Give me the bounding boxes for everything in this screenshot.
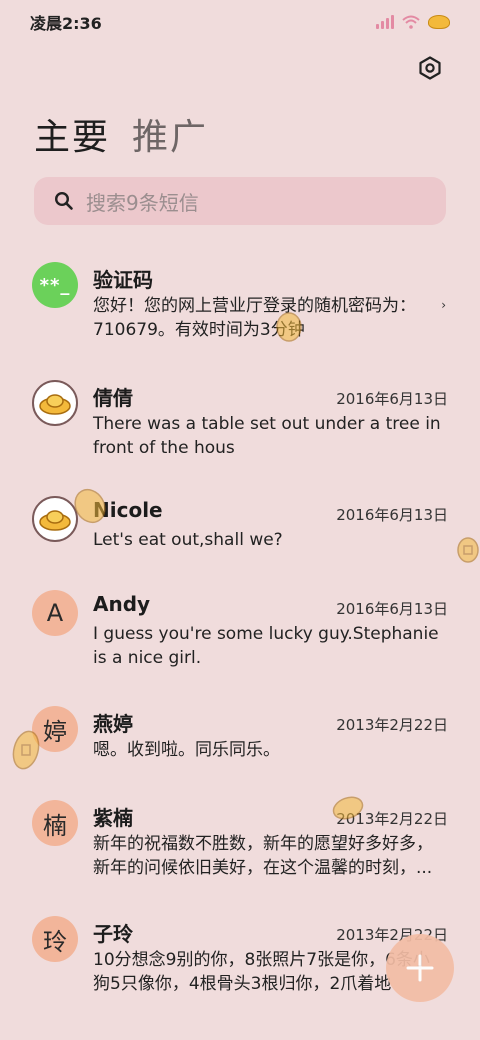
gold-ingot-icon: [39, 394, 71, 415]
message-preview: 您好！您的网上营业厅登录的随机密码为：710679。有效时间为3分钟: [93, 296, 416, 340]
avatar: [32, 380, 78, 426]
sender-name: Andy: [93, 592, 151, 616]
sender-name: 紫楠: [93, 806, 133, 830]
search-bar[interactable]: 搜索9条短信: [34, 177, 446, 225]
list-item[interactable]: **_ 验证码 › 您好！您的网上营业厅登录的随机密码为：710679。有效时间…: [0, 250, 480, 360]
list-item[interactable]: 倩倩 2016年6月13日 There was a table set out …: [0, 368, 480, 478]
battery-ingot-icon: [428, 15, 450, 29]
signal-icon: [376, 15, 394, 29]
falling-ingot-icon: [276, 312, 302, 342]
status-icons: [376, 15, 450, 29]
message-preview: Let's eat out,shall we?: [93, 530, 283, 550]
gold-ingot-icon: [39, 510, 71, 531]
search-icon: [54, 191, 73, 210]
tab-promotions[interactable]: 推广: [132, 108, 208, 160]
falling-ingot-icon: [332, 796, 364, 820]
avatar: 玲: [32, 916, 78, 962]
message-preview: 嗯。收到啦。同乐同乐。: [93, 740, 280, 760]
tabs: 主要 推广: [34, 108, 208, 160]
message-date: 2016年6月13日: [336, 506, 448, 524]
status-bar: 凌晨2:36: [0, 0, 480, 44]
list-item[interactable]: 楠 紫楠 2013年2月22日 新年的祝福数不胜数，新年的愿望好多好多，新年的问…: [0, 788, 480, 898]
falling-coin-icon: [457, 537, 479, 563]
wifi-icon: [402, 15, 420, 29]
search-placeholder: 搜索9条短信: [86, 190, 199, 215]
message-date: 2013年2月22日: [336, 716, 448, 734]
sender-name: 燕婷: [93, 712, 133, 736]
tab-primary[interactable]: 主要: [34, 108, 110, 160]
settings-button[interactable]: [416, 54, 444, 82]
status-time: 凌晨2:36: [30, 14, 102, 33]
compose-button[interactable]: [386, 934, 454, 1002]
message-date: 2016年6月13日: [336, 600, 448, 618]
falling-coin-icon: [12, 730, 40, 770]
falling-ingot-icon: [74, 488, 106, 524]
sender-name: 倩倩: [93, 386, 133, 410]
sender-name: 子玲: [93, 922, 133, 946]
avatar: **_: [32, 262, 78, 308]
avatar: 楠: [32, 800, 78, 846]
avatar: A: [32, 590, 78, 636]
list-item[interactable]: 婷 燕婷 2013年2月22日 嗯。收到啦。同乐同乐。: [0, 694, 480, 784]
list-item[interactable]: A Andy 2016年6月13日 I guess you're some lu…: [0, 578, 480, 688]
message-preview: 新年的祝福数不胜数，新年的愿望好多好多，新年的问候依旧美好，在这个温馨的时刻，.…: [93, 834, 433, 878]
plus-icon: [406, 954, 434, 982]
settings-icon: [419, 56, 441, 80]
message-date: 2016年6月13日: [336, 390, 448, 408]
message-preview: There was a table set out under a tree i…: [93, 414, 441, 458]
sender-name: 验证码: [93, 268, 153, 292]
message-preview: I guess you're some lucky guy.Stephanie …: [93, 624, 439, 668]
